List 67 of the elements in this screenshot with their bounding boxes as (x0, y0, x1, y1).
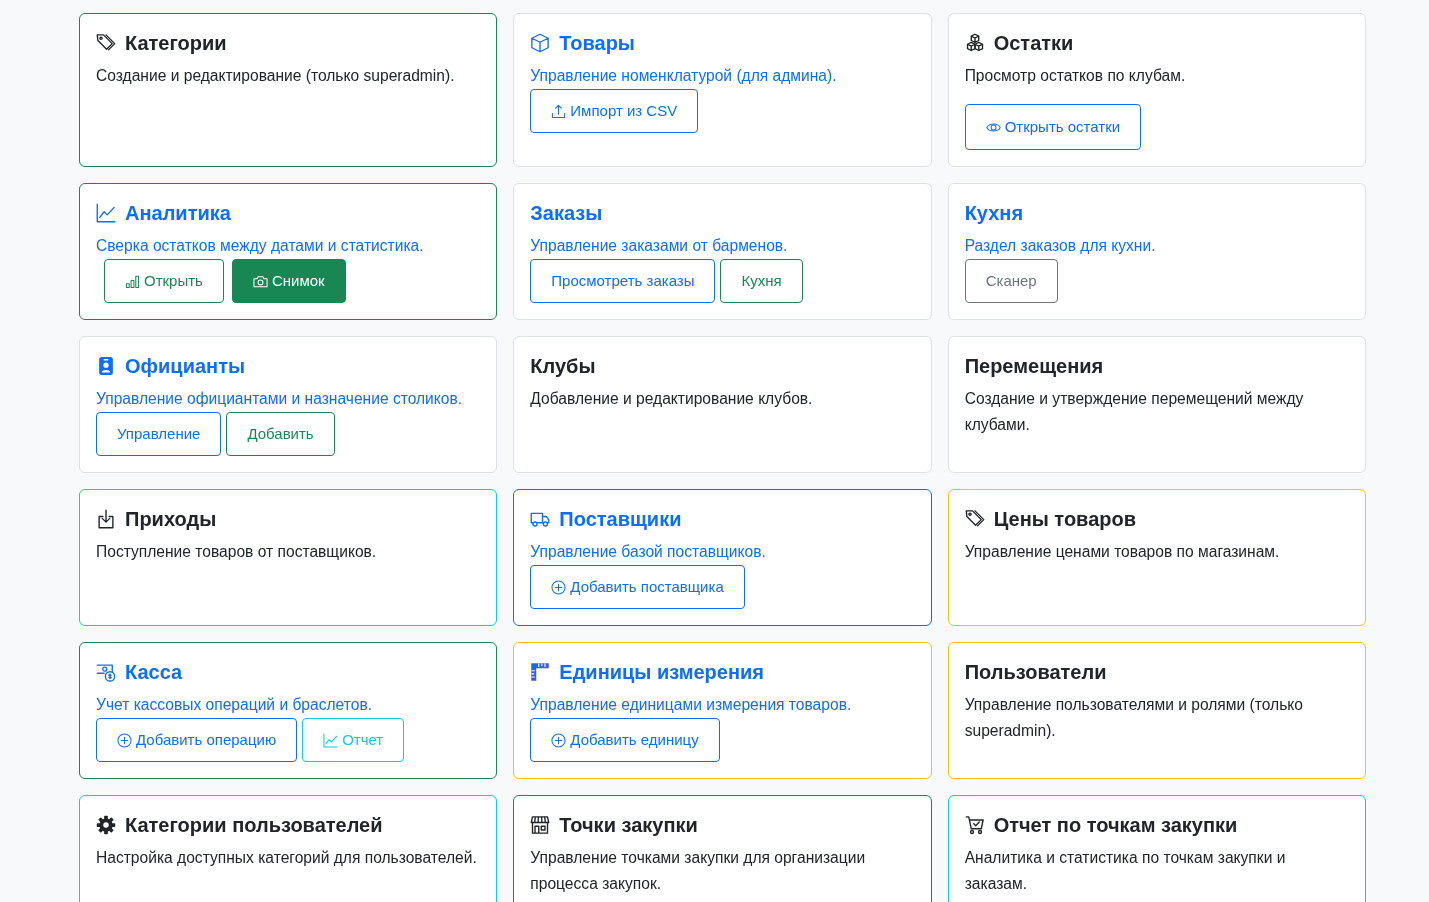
cash-coin-icon (96, 662, 116, 682)
card-description: Аналитика и статистика по точкам закупки и заказам. (964, 848, 1287, 894)
stacked-cubes-icon (964, 33, 985, 53)
action-button[interactable]: Добавить поставщика (530, 565, 745, 609)
card-title: Цены товаров (993, 507, 1136, 532)
card-title: Клубы (530, 354, 596, 379)
action-button[interactable]: Снимок (231, 259, 346, 303)
card-title: Пользователи (964, 660, 1107, 685)
card-description: Создание и утверждение перемещений между клубами. (964, 389, 1305, 435)
card-title: Категории пользователей (125, 813, 383, 838)
action-button[interactable]: Добавить (226, 412, 335, 456)
card-description: Просмотр остатков по клубам. (964, 66, 1187, 86)
card-description[interactable]: Управление официантами и назначение столиков. (96, 386, 481, 412)
tray-arrow-down-icon (96, 509, 116, 529)
card-description: Настройка доступных категорий для пользователей. (96, 848, 478, 868)
card-description[interactable]: Управление заказами от барменов. (530, 233, 915, 259)
cart-check-icon (964, 815, 985, 835)
card-description[interactable]: Управление номенклатурой (для админа). (530, 63, 915, 89)
plus-circle-icon (551, 579, 567, 595)
card-title: Отчет по точкам закупки (993, 813, 1238, 838)
card-title: Остатки (993, 31, 1074, 56)
action-button[interactable]: Импорт из CSV (530, 89, 699, 133)
card-title[interactable]: Поставщики (559, 506, 682, 532)
line-chart-icon (96, 203, 116, 223)
card-title: Перемещения (964, 354, 1104, 379)
line-chart-icon (323, 732, 339, 748)
card-description[interactable]: Управление базой поставщиков. (530, 539, 915, 565)
plus-circle-icon (551, 732, 567, 748)
card-description[interactable]: Учет кассовых операций и браслетов. (96, 692, 481, 718)
action-button[interactable]: Просмотреть заказы (530, 259, 716, 303)
card-title[interactable]: Единицы измерения (559, 659, 764, 685)
card-description[interactable]: Управление единицами измерения товаров. (530, 692, 915, 718)
card-title[interactable]: Кухня (964, 200, 1024, 226)
action-button[interactable]: Добавить операцию (96, 718, 298, 762)
card-title: Приходы (125, 507, 217, 532)
gear-icon (96, 815, 116, 835)
card-description: Добавление и редактирование клубов. (530, 389, 814, 409)
card-title[interactable]: Товары (559, 30, 635, 56)
tags-icon (964, 509, 985, 529)
action-button[interactable]: Сканер (964, 259, 1058, 303)
camera-icon (252, 273, 268, 289)
action-button[interactable]: Открыть (104, 259, 224, 303)
card-description: Создание и редактирование (только superadmin). (96, 66, 456, 86)
action-button[interactable]: Кухня (720, 259, 803, 303)
card-title[interactable]: Официанты (125, 353, 246, 379)
plus-circle-icon (117, 732, 132, 748)
card-description: Управление пользователями и ролями (только superadmin). (964, 695, 1304, 741)
tags-icon (96, 33, 116, 53)
action-button[interactable]: Управление (96, 412, 222, 456)
card-description: Управление ценами товаров по магазинам. (964, 542, 1281, 562)
storefront-icon (530, 815, 551, 835)
card-title[interactable]: Заказы (530, 200, 603, 226)
ruler-icon (530, 662, 551, 682)
card-title: Точки закупки (559, 813, 698, 838)
card-description[interactable]: Раздел заказов для кухни. (964, 233, 1349, 259)
card-description[interactable]: Сверка остатков между датами и статистика. (96, 233, 481, 259)
card-title[interactable]: Касса (125, 659, 183, 685)
bar-chart-icon (125, 273, 140, 289)
id-badge-icon (96, 356, 116, 376)
card-description: Поступление товаров от поставщиков. (96, 542, 378, 562)
action-button[interactable]: Открыть остатки (964, 104, 1142, 150)
card-title[interactable]: Аналитика (125, 200, 231, 226)
card-description: Управление точками закупки для организации процесса закупок. (530, 848, 867, 894)
upload-icon (551, 103, 567, 119)
action-button[interactable]: Добавить единицу (530, 718, 720, 762)
card-title: Категории (125, 31, 227, 56)
cube-icon (530, 33, 551, 53)
